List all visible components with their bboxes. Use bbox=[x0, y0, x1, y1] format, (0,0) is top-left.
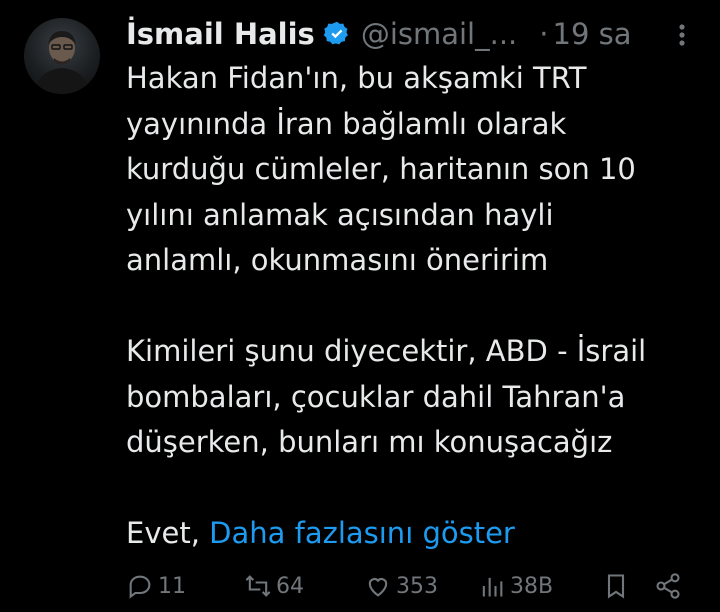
action-bar: 11 64 353 38B bbox=[126, 572, 706, 612]
separator-dot: · bbox=[539, 17, 549, 51]
timestamp[interactable]: 19 sa bbox=[553, 17, 632, 51]
retweet-button[interactable]: 64 bbox=[244, 572, 304, 600]
tweet-line: Hakan Fidan'ın, bu akşamki TRT bbox=[126, 61, 587, 95]
share-button[interactable] bbox=[654, 572, 682, 600]
author-name[interactable]: İsmail Halis bbox=[126, 17, 315, 51]
avatar[interactable] bbox=[24, 18, 100, 94]
views-icon bbox=[478, 572, 506, 600]
tweet-line: yılını anlamak açısından hayli bbox=[126, 197, 554, 232]
like-icon bbox=[364, 572, 392, 600]
author-handle[interactable]: @ismail_... bbox=[361, 17, 517, 51]
tweet-line: Kimileri şunu diyecektir, ABD - İsrail bbox=[126, 334, 647, 368]
tweet-header: İsmail Halis @ismail_... · 19 sa bbox=[126, 12, 632, 56]
views-count: 38B bbox=[510, 573, 554, 599]
retweet-count: 64 bbox=[276, 573, 304, 599]
tweet-line: düşerken, bunları mı konuşacağız bbox=[126, 425, 613, 459]
more-icon[interactable] bbox=[670, 18, 694, 52]
share-icon bbox=[654, 572, 682, 600]
show-more-link[interactable]: Daha fazlasını göster bbox=[209, 516, 515, 550]
tweet-line: yayınında İran bağlamlı olarak bbox=[126, 106, 567, 141]
reply-button[interactable]: 11 bbox=[126, 572, 186, 600]
tweet-line-start: Evet, bbox=[126, 516, 210, 550]
bookmark-button[interactable] bbox=[602, 572, 630, 600]
bookmark-icon bbox=[602, 572, 630, 600]
like-button[interactable]: 353 bbox=[364, 572, 438, 600]
tweet-line: anlamlı, okunmasını öneririm bbox=[126, 243, 549, 277]
retweet-icon bbox=[244, 572, 272, 600]
tweet-text: Hakan Fidan'ın, bu akşamki TRT yayınında… bbox=[126, 56, 706, 557]
like-count: 353 bbox=[396, 573, 438, 599]
views-button[interactable]: 38B bbox=[478, 572, 553, 600]
tweet-line: bombaları, çocuklar dahil Tahran'a bbox=[126, 379, 626, 414]
tweet-line: kurduğu cümleler, haritanın son 10 bbox=[126, 152, 636, 186]
tweet-last-line: Evet, Daha fazlasını göster bbox=[126, 511, 706, 557]
verified-badge-icon bbox=[323, 20, 351, 48]
reply-icon bbox=[126, 572, 154, 600]
reply-count: 11 bbox=[158, 573, 186, 599]
